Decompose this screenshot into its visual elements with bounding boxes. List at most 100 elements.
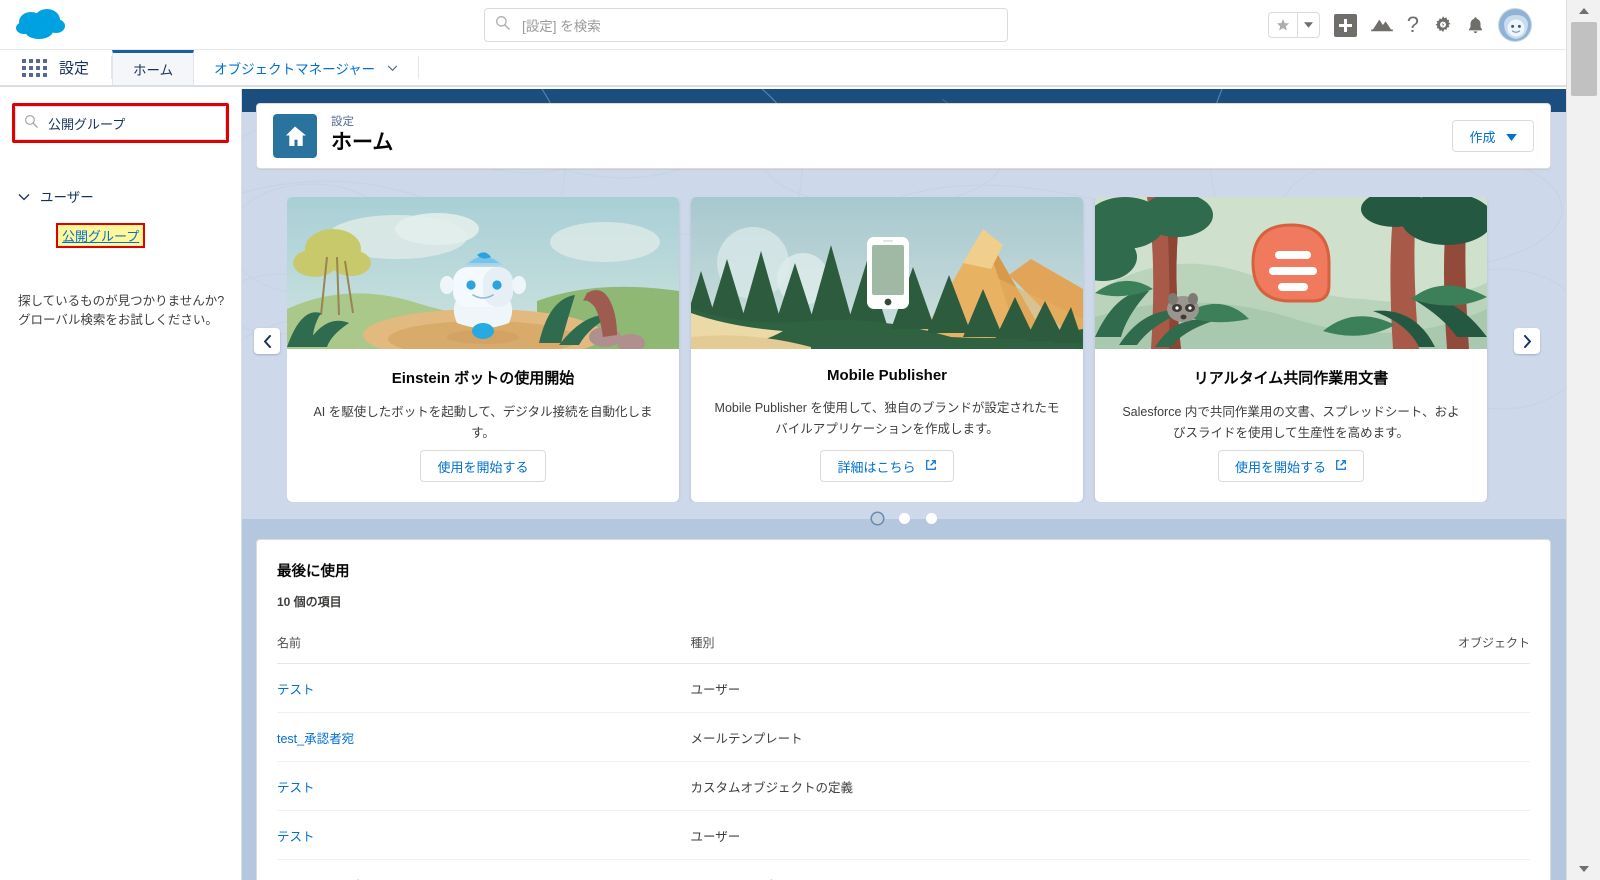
header-icon-group: ? bbox=[1267, 0, 1532, 50]
carousel-cards: Einstein ボットの使用開始 AI を駆使したボットを起動して、デジタル接… bbox=[287, 197, 1541, 502]
home-icon bbox=[273, 114, 317, 158]
scroll-up-arrow[interactable] bbox=[1567, 0, 1600, 22]
sidebar-search-highlight: 公開グループ bbox=[12, 103, 229, 143]
card-mobile-cta-button[interactable]: 詳細はこちら bbox=[820, 450, 954, 482]
favorites-control[interactable] bbox=[1267, 12, 1320, 38]
setup-mountain-icon[interactable] bbox=[1370, 16, 1393, 34]
card-einstein-cta-button[interactable]: 使用を開始する bbox=[420, 450, 546, 482]
sidebar-search-value: 公開グループ bbox=[48, 116, 126, 132]
page-title: ホーム bbox=[331, 131, 394, 155]
page-header-eyebrow: 設定 bbox=[331, 116, 354, 129]
tab-home-label: ホーム bbox=[133, 63, 174, 78]
setup-gear-icon[interactable] bbox=[1433, 15, 1453, 35]
row-name-cell[interactable]: テスト bbox=[277, 810, 691, 860]
row-type-cell: ユーザー bbox=[690, 663, 1242, 713]
carousel-dot-1[interactable] bbox=[871, 513, 883, 524]
row-name-link[interactable]: テスト bbox=[277, 830, 315, 844]
row-object-cell[interactable]: テスト bbox=[1241, 859, 1530, 880]
user-avatar[interactable] bbox=[1498, 8, 1532, 42]
scroll-down-arrow[interactable] bbox=[1567, 858, 1600, 880]
row-name-cell[interactable]: テストレイアウト bbox=[277, 859, 691, 880]
help-icon[interactable]: ? bbox=[1407, 14, 1419, 36]
column-header-object[interactable]: オブジェクト bbox=[1241, 634, 1530, 664]
column-header-name[interactable]: 名前 bbox=[277, 634, 691, 664]
app-launcher-waffle-icon bbox=[22, 58, 47, 77]
setup-tree: ユーザー 公開グループ bbox=[12, 183, 229, 248]
card-title: リアルタイム共同作業用文書 bbox=[1193, 370, 1389, 387]
global-search-placeholder: [設定] を検索 bbox=[522, 19, 601, 34]
card-cta-label: 使用を開始する bbox=[437, 459, 529, 475]
column-header-type[interactable]: 種別 bbox=[690, 634, 1242, 664]
onboarding-carousel: Einstein ボットの使用開始 AI を駆使したボットを起動して、デジタル接… bbox=[242, 197, 1566, 527]
card-einstein-bots[interactable]: Einstein ボットの使用開始 AI を駆使したボットを起動して、デジタル接… bbox=[287, 197, 679, 502]
row-name-cell[interactable]: test_承認者宛 bbox=[277, 712, 691, 762]
tree-group-users[interactable]: ユーザー bbox=[12, 183, 229, 209]
card-description: AI を駆使したボットを起動して、デジタル接続を自動化します。 bbox=[313, 405, 653, 441]
row-type-cell: カスタムオブジェクトの定義 bbox=[690, 761, 1242, 811]
sidebar-search-box[interactable]: 公開グループ bbox=[15, 106, 226, 140]
card-description: Mobile Publisher を使用して、独自のブランドが設定されたモバイル… bbox=[714, 401, 1060, 437]
table-header-row: 名前 種別 オブジェクト bbox=[277, 634, 1530, 664]
chevron-down-icon[interactable] bbox=[387, 60, 398, 75]
setup-app-name: 設定 bbox=[59, 60, 90, 77]
row-object-cell bbox=[1241, 663, 1530, 713]
sidebar-hint: 探しているものが見つかりませんか? グローバル検索をお試しください。 bbox=[12, 292, 229, 331]
card-docs-cta-button[interactable]: 使用を開始する bbox=[1217, 450, 1364, 482]
table-row: テスト カスタムオブジェクトの定義 bbox=[277, 761, 1530, 811]
card-description: Salesforce 内で共同作業用の文書、スプレッドシート、およびスライドを使… bbox=[1122, 405, 1460, 441]
sidebar-item-public-groups[interactable]: 公開グループ bbox=[56, 223, 146, 248]
global-search-box[interactable]: [設定] を検索 bbox=[484, 8, 1008, 42]
main-content: 設定 ホーム 作成 Einstein ボットの使用開始 AI を駆使したボットを… bbox=[242, 89, 1566, 880]
scrollbar-thumb[interactable] bbox=[1571, 22, 1597, 96]
card-realtime-docs[interactable]: リアルタイム共同作業用文書 Salesforce 内で共同作業用の文書、スプレッ… bbox=[1095, 197, 1487, 502]
create-button-label: 作成 bbox=[1469, 129, 1496, 145]
page-header: 設定 ホーム 作成 bbox=[256, 103, 1551, 169]
sidebar-hint-line2: グローバル検索をお試しください。 bbox=[18, 313, 218, 328]
card-mobile-publisher[interactable]: Mobile Publisher Mobile Publisher を使用して、… bbox=[691, 197, 1083, 502]
row-name-link[interactable]: テスト bbox=[277, 683, 315, 697]
external-link-icon bbox=[1335, 459, 1347, 474]
page-scrollbar[interactable] bbox=[1566, 0, 1600, 880]
tab-object-manager[interactable]: オブジェクトマネージャー bbox=[194, 50, 418, 85]
row-name-link[interactable]: テスト bbox=[277, 781, 315, 795]
page-header-text: 設定 ホーム bbox=[331, 115, 393, 156]
recently-used-panel: 最後に使用 10 個の項目 名前 種別 オブジェクト テスト ユーザー test… bbox=[256, 539, 1551, 880]
carousel-dot-2[interactable] bbox=[898, 513, 910, 524]
salesforce-logo[interactable] bbox=[0, 7, 100, 43]
setup-sidebar: 公開グループ ユーザー 公開グループ 探しているものが見つかりませんか? グロー… bbox=[0, 89, 242, 880]
carousel-indicators bbox=[242, 513, 1566, 524]
setup-nav-bar: 設定 ホーム オブジェクトマネージャー bbox=[0, 50, 1566, 87]
global-header: [設定] を検索 ? bbox=[0, 0, 1566, 50]
global-actions-plus-icon[interactable] bbox=[1333, 13, 1357, 37]
create-button[interactable]: 作成 bbox=[1452, 120, 1534, 152]
einstein-bot-landscape-illustration bbox=[287, 197, 679, 349]
tab-home[interactable]: ホーム bbox=[112, 50, 195, 85]
row-name-cell[interactable]: テスト bbox=[277, 663, 691, 713]
search-icon bbox=[24, 114, 38, 133]
jungle-speech-bubble-illustration bbox=[1095, 197, 1487, 349]
card-cta-label: 使用を開始する bbox=[1234, 459, 1326, 475]
recently-used-table: 名前 種別 オブジェクト テスト ユーザー test_承認者宛 メールテンプレー… bbox=[277, 634, 1530, 880]
card-einstein-body: Einstein ボットの使用開始 AI を駆使したボットを起動して、デジタル接… bbox=[287, 349, 679, 502]
chevron-down-icon[interactable] bbox=[18, 189, 30, 204]
carousel-dot-3[interactable] bbox=[925, 513, 937, 524]
card-title: Einstein ボットの使用開始 bbox=[391, 370, 575, 387]
table-row: テスト ユーザー bbox=[277, 663, 1530, 713]
salesforce-setup-page: [設定] を検索 ? 設定 ホーム オブジェクトマネージャー 公開グループ ユー… bbox=[0, 0, 1600, 880]
nav-divider-right bbox=[418, 56, 420, 79]
row-type-cell: メールテンプレート bbox=[690, 712, 1242, 762]
favorites-star-icon[interactable] bbox=[1269, 13, 1297, 37]
tree-group-users-label: ユーザー bbox=[40, 190, 94, 205]
row-name-cell[interactable]: テスト bbox=[277, 761, 691, 811]
chevron-down-icon bbox=[1505, 129, 1517, 144]
notifications-bell-icon[interactable] bbox=[1467, 16, 1484, 35]
search-icon bbox=[495, 15, 510, 35]
carousel-prev-button[interactable] bbox=[254, 328, 280, 354]
favorites-dropdown-icon[interactable] bbox=[1296, 13, 1319, 37]
table-row: テストレイアウト ページレイアウト テスト bbox=[277, 859, 1530, 880]
recently-used-count: 10 個の項目 bbox=[277, 595, 342, 609]
row-object-cell bbox=[1241, 761, 1530, 811]
app-launcher-button[interactable] bbox=[0, 50, 59, 85]
row-name-link[interactable]: test_承認者宛 bbox=[277, 732, 354, 746]
external-link-icon bbox=[925, 459, 937, 474]
